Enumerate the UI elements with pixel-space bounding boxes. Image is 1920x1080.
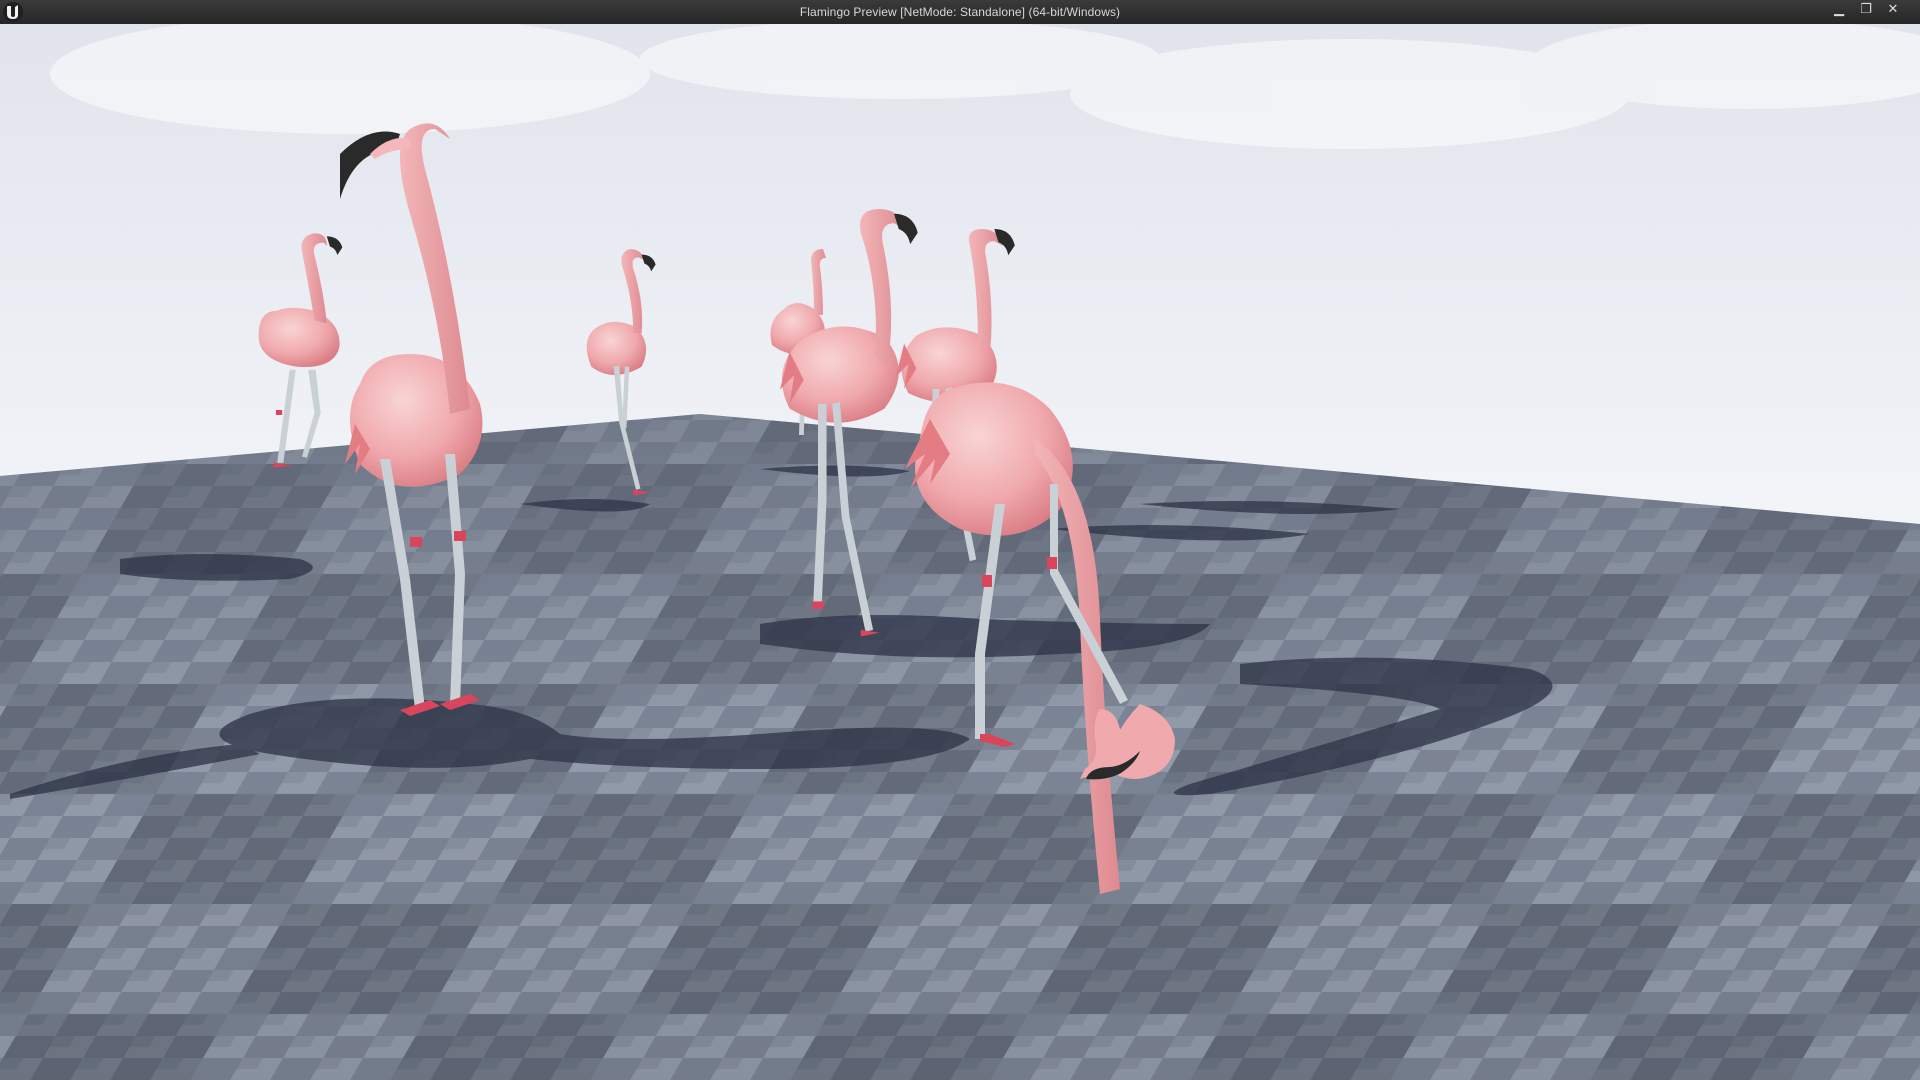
close-icon[interactable]: ✕ [1882,1,1904,19]
minimize-icon[interactable]: ▁ [1828,1,1850,19]
restore-icon[interactable]: ❐ [1855,1,1877,19]
game-viewport[interactable] [0,24,1920,1080]
title-bar[interactable]: Flamingo Preview [NetMode: Standalone] (… [0,0,1920,24]
window-title: Flamingo Preview [NetMode: Standalone] (… [799,5,1121,19]
game-window: Flamingo Preview [NetMode: Standalone] (… [0,0,1920,1080]
scene-render [0,24,1920,1080]
